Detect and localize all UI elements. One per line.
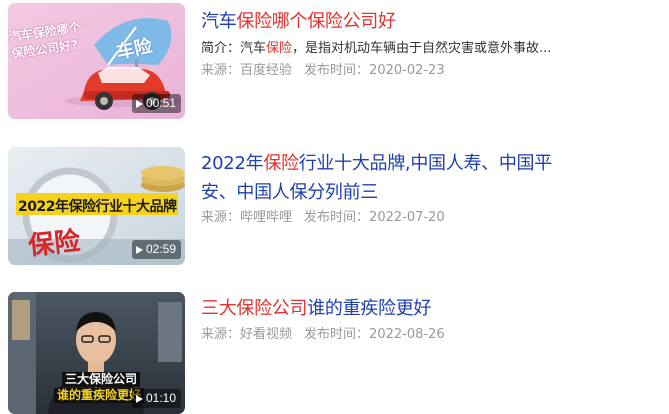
source-name: 哔哩哔哩 xyxy=(240,210,293,225)
title-text: 2022年 xyxy=(201,153,264,174)
play-icon xyxy=(135,394,143,403)
title-text-rest: 谁的重疾险更好 xyxy=(307,298,432,319)
source-label: 来源： xyxy=(201,210,241,225)
result-title-link[interactable]: 2022年保险行业十大品牌,中国人寿、中国平安、中国人保分列前三 xyxy=(201,149,661,207)
video-thumbnail[interactable]: 保险 2022年保险行业十大品牌 02:59 xyxy=(8,147,185,265)
video-duration-badge: 02:59 xyxy=(131,240,181,259)
video-result: 保险 2022年保险行业十大品牌 02:59 2022年保险行业十大品牌,中国人… xyxy=(0,147,669,267)
title-text-line2: 安、中国人保分列前三 xyxy=(201,182,378,203)
time-label: 发布时间： xyxy=(304,63,370,78)
result-title-link[interactable]: 三大保险公司谁的重疾险更好 xyxy=(201,294,661,323)
abstract-text-rest: ，是指对机动车辆由于自然灾害或意外事故... xyxy=(292,41,552,56)
title-highlight: 保险哪个保险公司好 xyxy=(236,11,396,32)
video-result: 三大保险公司 谁的重疾险更好 01:10 三大保险公司谁的重疾险更好 来源：好看… xyxy=(0,292,669,414)
play-icon xyxy=(135,99,143,108)
video-duration-badge: 01:10 xyxy=(131,389,181,408)
result-abstract: 简介：汽车保险，是指对机动车辆由于自然灾害或意外事故... xyxy=(201,39,661,59)
time-label: 发布时间： xyxy=(304,210,370,225)
source-label: 来源： xyxy=(201,327,241,342)
abstract-highlight: 保险 xyxy=(266,41,293,56)
title-highlight: 保险 xyxy=(263,153,299,174)
publish-date: 2020-02-23 xyxy=(369,63,445,78)
duration-text: 00:51 xyxy=(145,96,176,110)
video-thumbnail[interactable]: 三大保险公司 谁的重疾险更好 01:10 xyxy=(8,292,185,414)
result-info: 2022年保险行业十大品牌,中国人寿、中国平安、中国人保分列前三 来源：哔哩哔哩… xyxy=(201,149,661,228)
time-label: 发布时间： xyxy=(304,327,370,342)
video-result: 汽车保险哪个 保险公司好? 车险 00:51 汽车保险哪个保险公司好 简介：汽车… xyxy=(0,3,669,121)
result-info: 汽车保险哪个保险公司好 简介：汽车保险，是指对机动车辆由于自然灾害或意外事故..… xyxy=(201,7,661,81)
title-highlight: 三大保险公司 xyxy=(201,298,308,319)
source-name: 好看视频 xyxy=(240,327,293,342)
title-text-rest: 行业十大品牌,中国人寿、中国平 xyxy=(298,153,553,174)
result-title-link[interactable]: 汽车保险哪个保险公司好 xyxy=(201,7,661,36)
result-meta: 来源：百度经验 发布时间：2020-02-23 xyxy=(201,61,661,81)
result-info: 三大保险公司谁的重疾险更好 来源：好看视频 发布时间：2022-08-26 xyxy=(201,294,661,345)
abstract-text: 简介：汽车 xyxy=(201,41,267,56)
video-thumbnail[interactable]: 汽车保险哪个 保险公司好? 车险 00:51 xyxy=(8,3,185,119)
duration-text: 01:10 xyxy=(145,391,176,405)
source-label: 来源： xyxy=(201,63,241,78)
publish-date: 2022-07-20 xyxy=(369,210,445,225)
publish-date: 2022-08-26 xyxy=(369,327,445,342)
video-results-list: 汽车保险哪个 保险公司好? 车险 00:51 汽车保险哪个保险公司好 简介：汽车… xyxy=(0,0,669,414)
title-text: 汽车 xyxy=(201,11,237,32)
result-meta: 来源：好看视频 发布时间：2022-08-26 xyxy=(201,325,661,345)
duration-text: 02:59 xyxy=(145,242,176,256)
video-duration-badge: 00:51 xyxy=(131,94,181,113)
play-icon xyxy=(135,245,143,254)
result-meta: 来源：哔哩哔哩 发布时间：2022-07-20 xyxy=(201,208,661,228)
source-name: 百度经验 xyxy=(240,63,293,78)
